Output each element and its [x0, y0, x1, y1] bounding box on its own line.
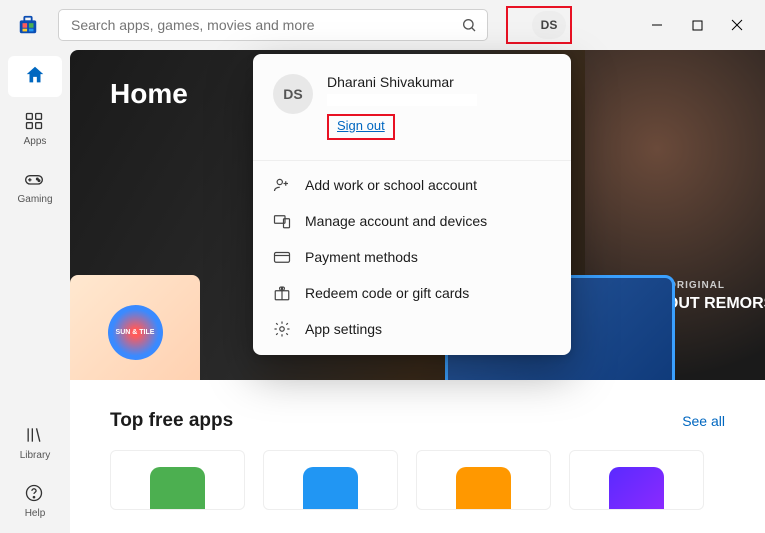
- library-icon: [24, 425, 46, 447]
- account-menu: DS Dharani Shivakumar Sign out Add work …: [253, 54, 571, 355]
- menu-item-label: Manage account and devices: [305, 213, 487, 229]
- avatar: DS: [273, 74, 313, 114]
- payment-icon: [273, 248, 291, 266]
- menu-item-manage-account[interactable]: Manage account and devices: [253, 203, 571, 239]
- gear-icon: [273, 320, 291, 338]
- sidebar-item-apps[interactable]: Apps: [8, 103, 62, 155]
- home-icon: [24, 64, 46, 86]
- menu-item-label: App settings: [305, 321, 382, 337]
- add-account-icon: [273, 176, 291, 194]
- app-tiles: [110, 450, 725, 510]
- search-box[interactable]: [58, 9, 488, 41]
- help-icon: [24, 483, 46, 505]
- menu-item-label: Redeem code or gift cards: [305, 285, 469, 301]
- account-user-block: DS Dharani Shivakumar Sign out: [253, 68, 571, 154]
- see-all-link[interactable]: See all: [682, 413, 725, 429]
- app-tile[interactable]: [110, 450, 245, 510]
- maximize-button[interactable]: [677, 9, 717, 41]
- window-controls: [637, 9, 757, 41]
- menu-item-redeem[interactable]: Redeem code or gift cards: [253, 275, 571, 311]
- devices-icon: [273, 212, 291, 230]
- minimize-button[interactable]: [637, 9, 677, 41]
- section-top-free-apps: Top free apps See all: [70, 380, 765, 510]
- app-tile[interactable]: [416, 450, 551, 510]
- highlight-signout: Sign out: [327, 114, 395, 140]
- sidebar-item-gaming[interactable]: Gaming: [8, 161, 62, 213]
- search-icon[interactable]: [461, 17, 477, 33]
- sign-out-link[interactable]: Sign out: [337, 118, 385, 133]
- store-app-icon: [16, 13, 40, 37]
- account-button[interactable]: DS: [532, 11, 566, 39]
- sidebar-item-label: Gaming: [17, 194, 52, 205]
- menu-separator: [253, 160, 571, 161]
- app-tile[interactable]: [569, 450, 704, 510]
- sidebar-item-help[interactable]: Help: [8, 475, 62, 527]
- close-button[interactable]: [717, 9, 757, 41]
- apps-icon: [24, 111, 46, 133]
- page-title: Home: [110, 78, 188, 110]
- hero-card-thumbnail[interactable]: SUN & TILE: [70, 275, 200, 380]
- sidebar-item-label: Help: [25, 508, 46, 519]
- sidebar-item-label: Apps: [24, 136, 47, 147]
- title-bar: DS: [0, 0, 765, 50]
- sidebar-item-library[interactable]: Library: [8, 417, 62, 469]
- account-name: Dharani Shivakumar: [327, 74, 477, 90]
- menu-item-label: Add work or school account: [305, 177, 477, 193]
- account-email-redacted: [327, 94, 477, 106]
- menu-item-label: Payment methods: [305, 249, 418, 265]
- menu-item-payment[interactable]: Payment methods: [253, 239, 571, 275]
- app-tile[interactable]: [263, 450, 398, 510]
- section-title: Top free apps: [110, 410, 233, 432]
- highlight-avatar: DS: [506, 6, 572, 44]
- nav-sidebar: Apps Gaming Library Help: [0, 50, 70, 533]
- gaming-icon: [24, 169, 46, 191]
- gift-icon: [273, 284, 291, 302]
- menu-item-settings[interactable]: App settings: [253, 311, 571, 347]
- thumbnail-label: SUN & TILE: [108, 305, 163, 360]
- search-input[interactable]: [69, 16, 461, 34]
- sidebar-item-home[interactable]: [8, 56, 62, 97]
- sidebar-item-label: Library: [20, 450, 51, 461]
- menu-item-add-account[interactable]: Add work or school account: [253, 167, 571, 203]
